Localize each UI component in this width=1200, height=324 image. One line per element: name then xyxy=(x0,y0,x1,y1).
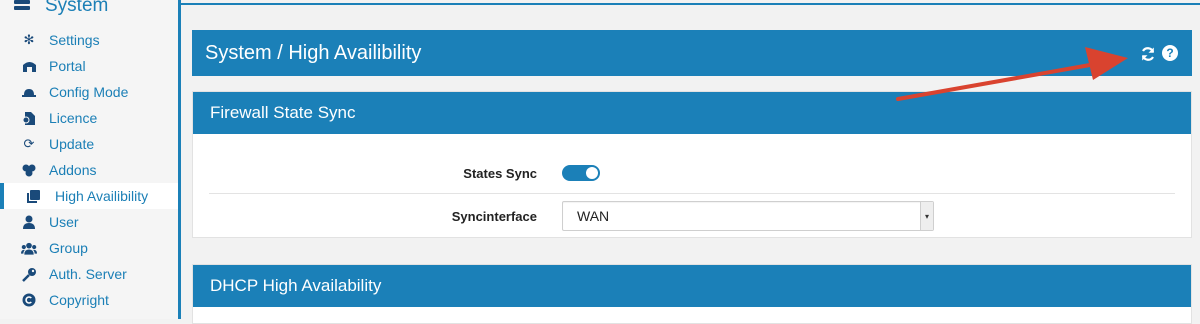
annotation-arrow-shaft xyxy=(896,63,1092,101)
annotation-arrow-head xyxy=(1085,47,1128,80)
annotation-arrow xyxy=(896,47,1128,101)
